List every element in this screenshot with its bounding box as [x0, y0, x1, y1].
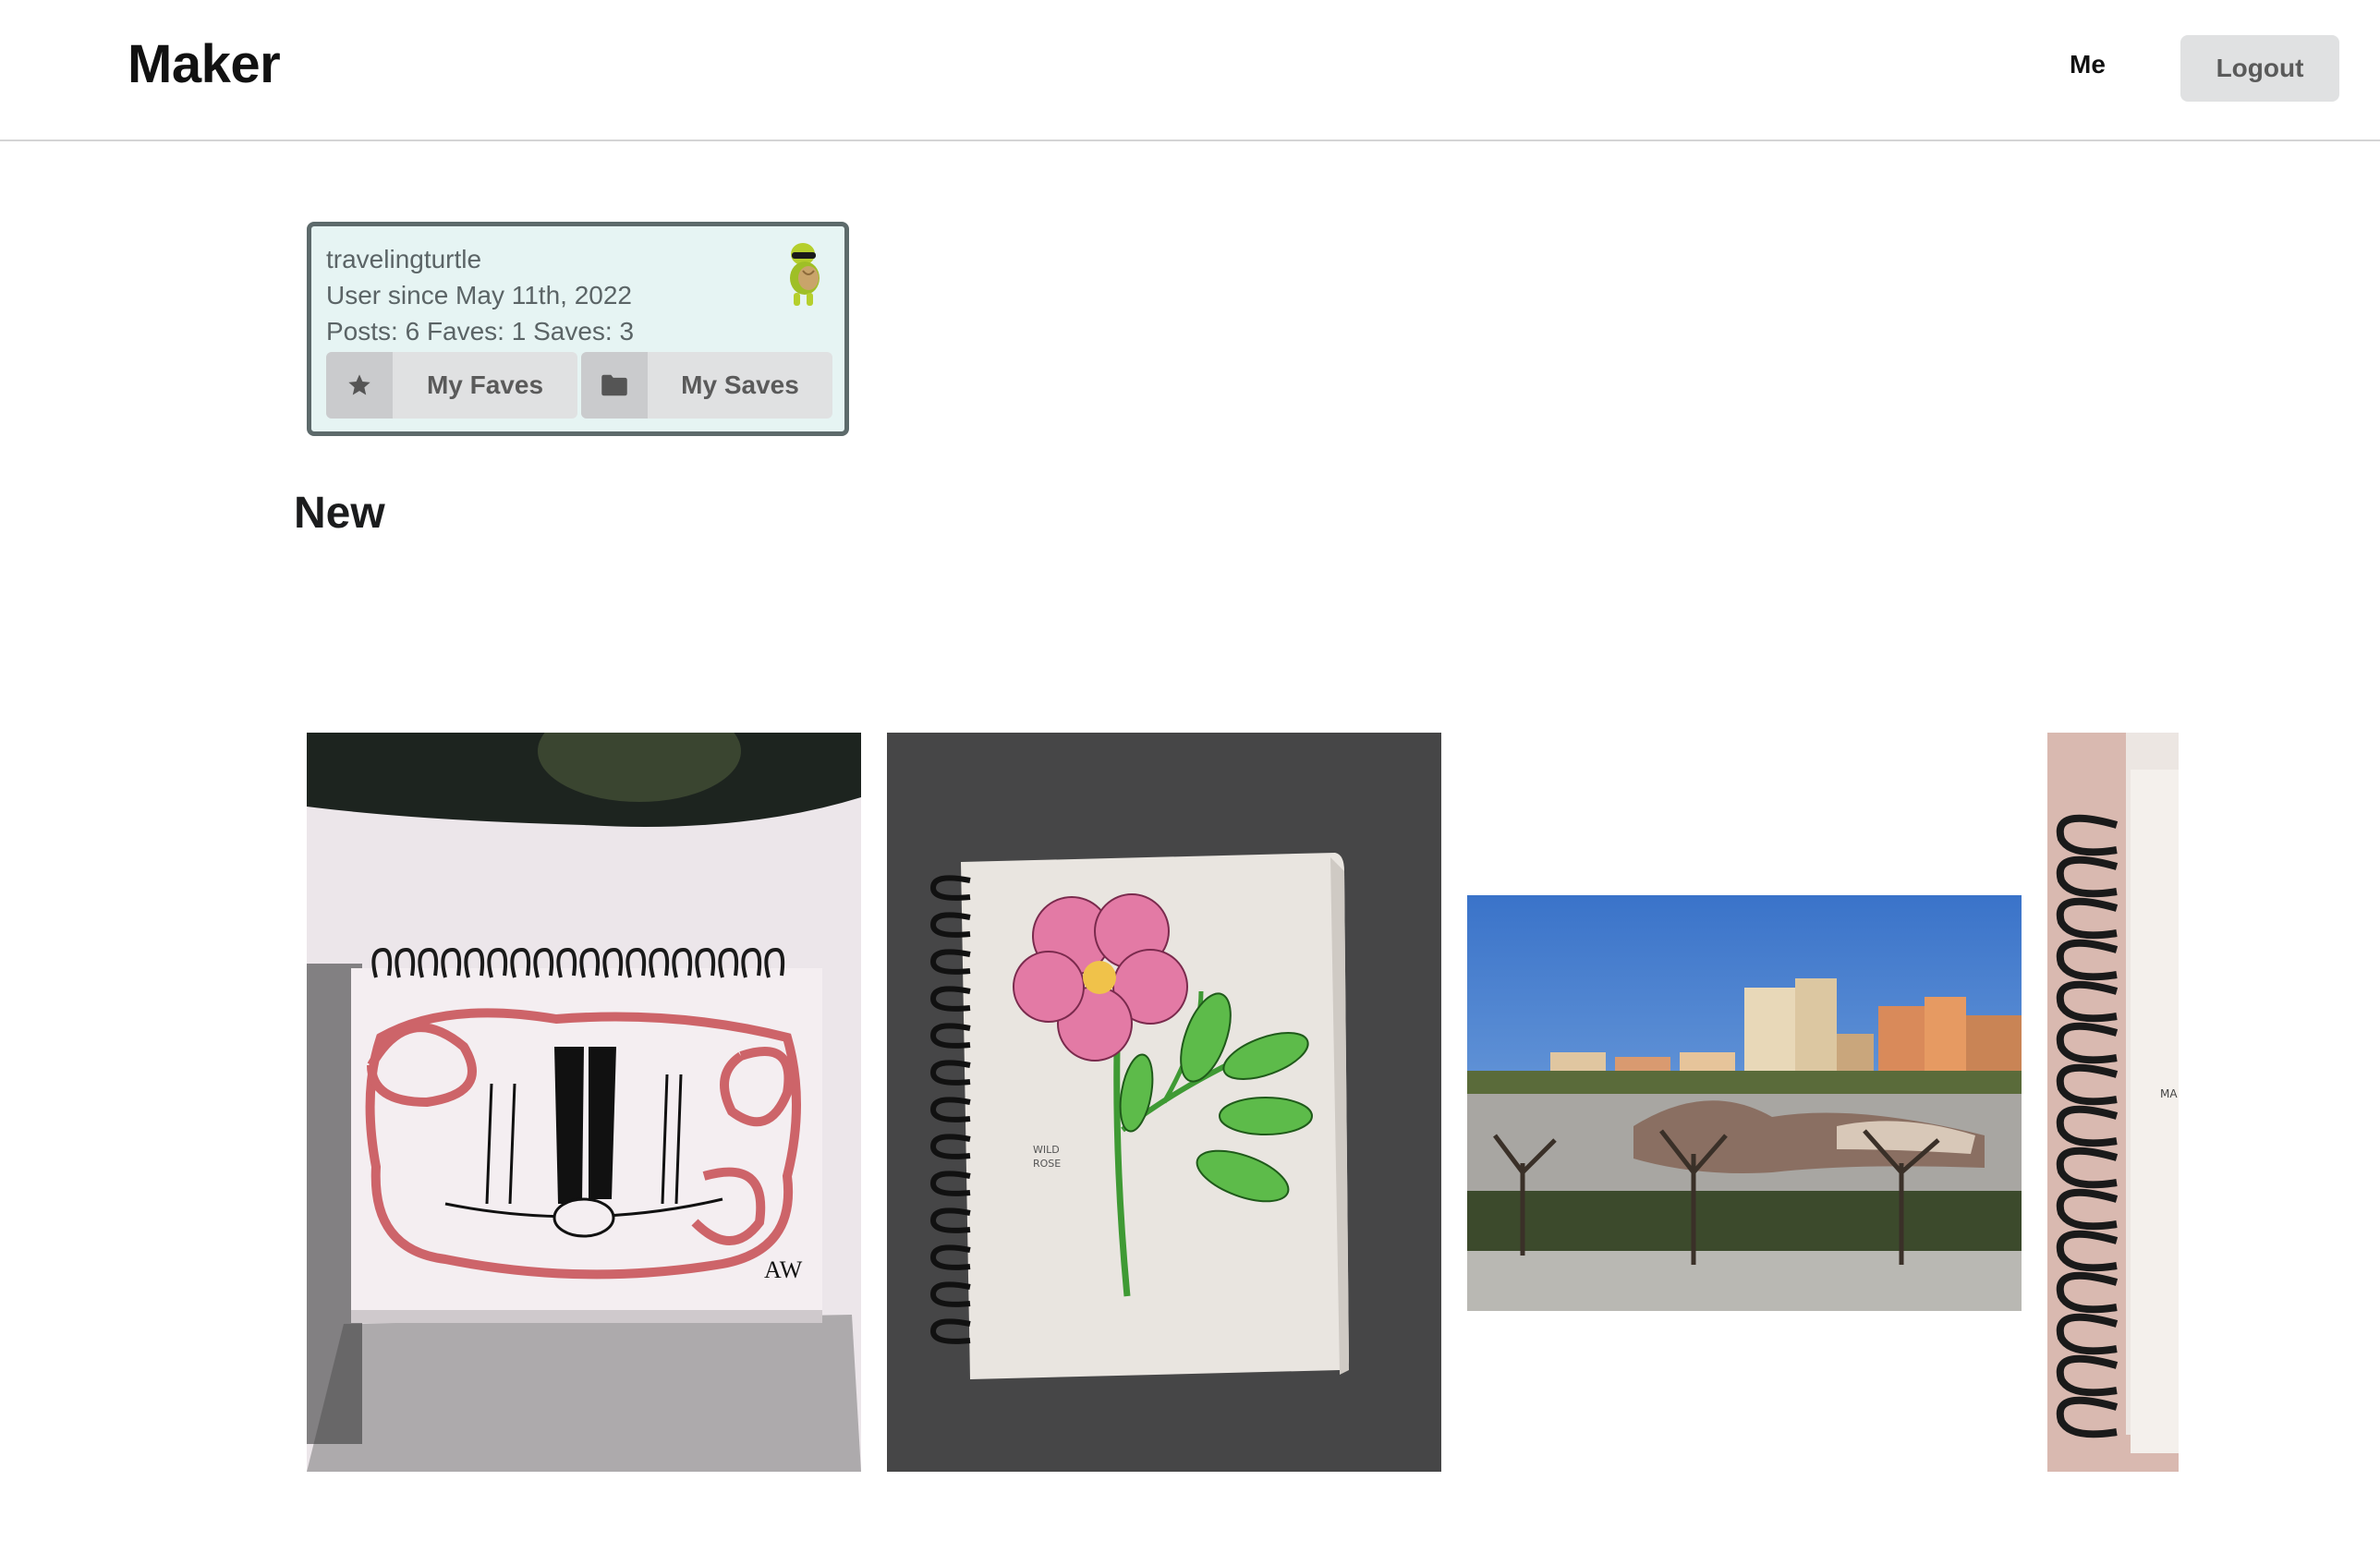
post-thumbnail-sketch[interactable]: AW — [307, 733, 861, 1472]
sketch-signature: AW — [764, 1256, 803, 1283]
section-title-new: New — [294, 489, 385, 538]
profile-member-since: User since May 11th, 2022 — [326, 281, 632, 309]
nav-me-link[interactable]: Me — [2070, 50, 2106, 79]
profile-card: travelingturtle User since May 11th, 202… — [307, 222, 849, 436]
profile-username: travelingturtle — [326, 245, 482, 273]
my-saves-button[interactable]: My Saves — [581, 352, 832, 419]
post-thumbnail-notebook[interactable]: MA — [2047, 733, 2179, 1472]
brand-logo[interactable]: Maker — [128, 33, 281, 95]
post-gallery: AW WILD ROSE MA — [307, 733, 2179, 1472]
my-faves-label: My Faves — [426, 370, 544, 399]
folder-icon — [581, 352, 648, 419]
post-thumbnail-wild-rose[interactable]: WILD ROSE — [887, 733, 1441, 1472]
star-icon — [326, 352, 393, 419]
my-faves-button[interactable]: My Faves — [326, 352, 577, 419]
post-thumbnail-park[interactable] — [1467, 895, 2022, 1311]
profile-button-group: My Faves My Saves — [326, 352, 832, 419]
logout-button[interactable]: Logout — [2180, 35, 2339, 102]
my-saves-label: My Saves — [681, 370, 799, 399]
rose-caption-wild: WILD — [1033, 1144, 1060, 1156]
rose-caption-rose: ROSE — [1033, 1158, 1061, 1170]
notebook-caption: MA — [2160, 1087, 2178, 1100]
profile-stats: Posts: 6 Faves: 1 Saves: 3 — [326, 317, 635, 346]
turtle-avatar-icon — [783, 241, 827, 308]
top-menu: Maker Me Logout — [0, 0, 2380, 141]
